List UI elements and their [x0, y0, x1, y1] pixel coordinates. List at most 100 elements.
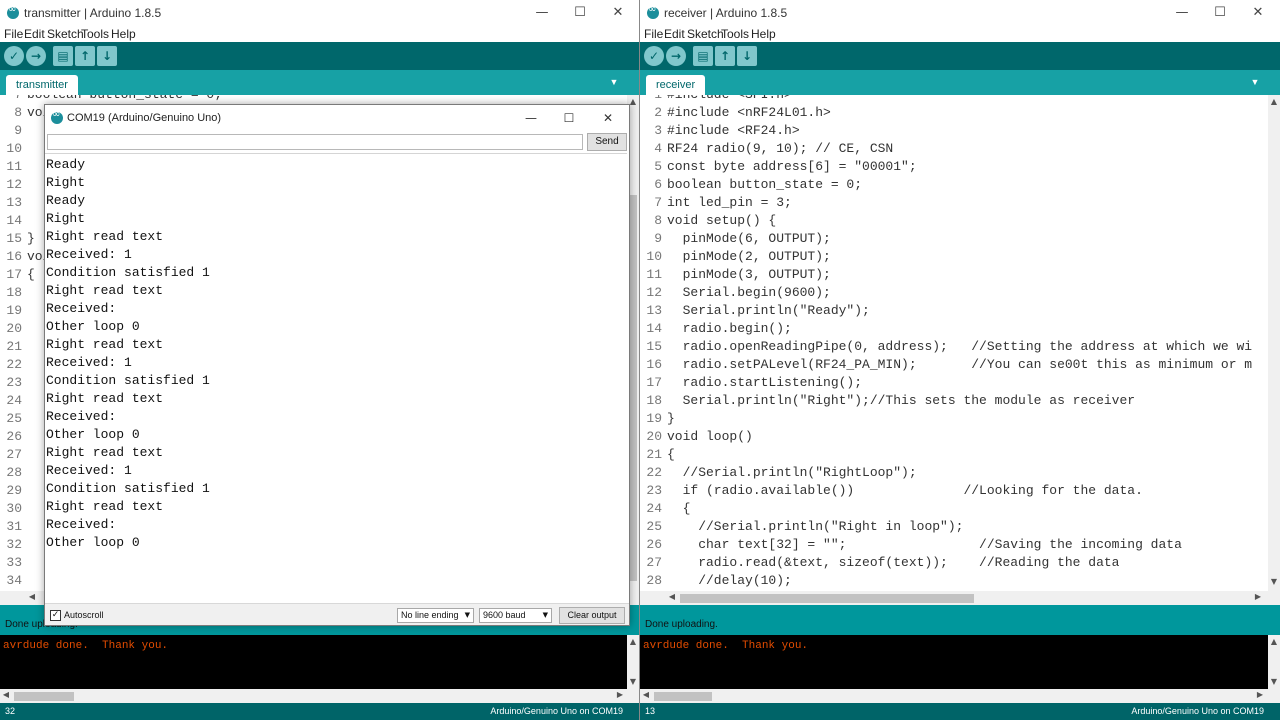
serial-output: Ready Right Ready Right Right read text Recei…	[45, 153, 627, 603]
line-number: 29	[6, 483, 22, 498]
scroll-thumb[interactable]	[680, 594, 974, 603]
scroll-up-icon[interactable]: ▲	[627, 637, 639, 646]
scroll-down-icon[interactable]: ▼	[1268, 677, 1280, 686]
line-number: 24	[6, 393, 22, 408]
console-hscrollbar[interactable]: ◀ ▶	[640, 689, 1280, 703]
console-vscrollbar[interactable]: ▲ ▼	[627, 635, 639, 689]
scroll-left-icon[interactable]: ◀	[640, 690, 652, 699]
code-area[interactable]: #include <SPI.h>#include <nRF24L01.h> #in…	[667, 95, 1268, 591]
scroll-right-icon[interactable]: ▶	[614, 690, 626, 699]
scroll-left-icon[interactable]: ◀	[26, 592, 38, 601]
line-number: 9	[14, 123, 22, 138]
clear-output-button[interactable]: Clear output	[559, 607, 625, 624]
code-line: pinMode(6, OUTPUT);	[667, 231, 831, 246]
upload-icon[interactable]: →	[26, 46, 46, 66]
open-sketch-icon[interactable]: ↑	[75, 46, 95, 66]
code-line: Serial.println("Right");//This sets the …	[667, 393, 1136, 408]
chevron-down-icon: ▼	[464, 611, 470, 619]
code-line: {	[27, 267, 35, 282]
menu-file[interactable]: File	[644, 27, 663, 41]
menu-bar: File Edit Sketch Tools Help	[640, 26, 1280, 42]
scroll-up-icon[interactable]: ▲	[1268, 637, 1280, 646]
line-number: 9	[654, 231, 662, 246]
baud-rate-value: 9600 baud	[483, 610, 526, 620]
scroll-thumb[interactable]	[14, 692, 74, 701]
verify-icon[interactable]: ✓	[4, 46, 24, 66]
menu-sketch[interactable]: Sketch	[687, 27, 724, 41]
serial-send-input[interactable]	[47, 134, 583, 150]
close-icon[interactable]: ✕	[590, 108, 626, 128]
editor-vscrollbar[interactable]: ▲ ▼	[1268, 95, 1280, 591]
line-number: 21	[646, 447, 662, 462]
line-number: 11	[646, 267, 662, 282]
console-vscrollbar[interactable]: ▲ ▼	[1268, 635, 1280, 689]
new-sketch-icon[interactable]: ▤	[53, 46, 73, 66]
maximize-icon[interactable]: ☐	[562, 3, 598, 23]
line-number: 13	[6, 195, 22, 210]
scroll-left-icon[interactable]: ◀	[666, 592, 678, 601]
upload-icon[interactable]: →	[666, 46, 686, 66]
menu-file[interactable]: File	[4, 27, 23, 41]
tab-receiver[interactable]: receiver	[646, 75, 706, 95]
menu-sketch[interactable]: Sketch	[47, 27, 84, 41]
line-number: 19	[6, 303, 22, 318]
line-number: 14	[646, 321, 662, 336]
autoscroll-checkbox[interactable]: ✓	[50, 610, 61, 621]
menu-edit[interactable]: Edit	[664, 27, 685, 41]
console-hscrollbar[interactable]: ◀ ▶	[0, 689, 639, 703]
new-sketch-icon[interactable]: ▤	[693, 46, 713, 66]
close-icon[interactable]: ✕	[600, 3, 636, 23]
line-number: 2	[654, 105, 662, 120]
code-line: boolean button_state = 0;	[27, 95, 222, 104]
scroll-right-icon[interactable]: ▶	[1254, 690, 1266, 699]
serial-line: Received: 1	[46, 463, 132, 478]
minimize-icon[interactable]: —	[513, 108, 549, 128]
tab-menu-icon[interactable]: ▼	[607, 76, 621, 88]
save-sketch-icon[interactable]: ↓	[737, 46, 757, 66]
menu-help[interactable]: Help	[111, 27, 136, 41]
serial-line: Received: 1	[46, 247, 132, 262]
scroll-left-icon[interactable]: ◀	[0, 690, 12, 699]
maximize-icon[interactable]: ☐	[1202, 3, 1238, 23]
minimize-icon[interactable]: —	[524, 3, 560, 23]
code-line: {	[667, 447, 675, 462]
line-ending-select[interactable]: No line ending ▼	[397, 608, 474, 623]
serial-line: Condition satisfied 1	[46, 481, 210, 496]
serial-line: Condition satisfied 1	[46, 373, 210, 388]
editor-hscrollbar[interactable]: ◀ ▶	[640, 591, 1280, 605]
scroll-down-icon[interactable]: ▼	[627, 677, 639, 686]
close-icon[interactable]: ✕	[1240, 3, 1276, 23]
save-sketch-icon[interactable]: ↓	[97, 46, 117, 66]
scroll-thumb[interactable]	[629, 195, 637, 581]
minimize-icon[interactable]: —	[1164, 3, 1200, 23]
scroll-up-icon[interactable]: ▲	[1268, 97, 1280, 106]
scroll-right-icon[interactable]: ▶	[1252, 592, 1264, 601]
serial-line: Received:	[46, 301, 117, 316]
tab-menu-icon[interactable]: ▼	[1248, 76, 1262, 88]
scroll-down-icon[interactable]: ▼	[1268, 577, 1280, 586]
serial-line: Right read text	[46, 445, 164, 460]
maximize-icon[interactable]: ☐	[551, 108, 587, 128]
baud-rate-select[interactable]: 9600 baud ▼	[479, 608, 552, 623]
console-text: avrdude done. Thank you.	[643, 640, 809, 652]
title-bar: receiver | Arduino 1.8.5 — ☐ ✕	[640, 0, 1280, 26]
open-sketch-icon[interactable]: ↑	[715, 46, 735, 66]
line-number: 23	[646, 483, 662, 498]
menu-tools[interactable]: Tools	[721, 27, 749, 41]
menu-tools[interactable]: Tools	[81, 27, 109, 41]
menu-edit[interactable]: Edit	[24, 27, 45, 41]
line-gutter: 78 9 10 11 12 13 14 15 16 17 18 19 20 21 22 23 24 25 26 27 2…	[0, 95, 26, 591]
serial-controls: ✓ Autoscroll No line ending ▼ 9600 baud ▼ …	[45, 603, 629, 625]
line-number: 27	[646, 555, 662, 570]
tab-transmitter[interactable]: transmitter	[6, 75, 78, 95]
serial-line: Ready	[46, 193, 86, 208]
line-number: 5	[654, 159, 662, 174]
scroll-thumb[interactable]	[654, 692, 712, 701]
verify-icon[interactable]: ✓	[644, 46, 664, 66]
code-line: Serial.println("Ready");	[667, 303, 870, 318]
menu-help[interactable]: Help	[751, 27, 776, 41]
line-number: 20	[6, 321, 22, 336]
send-button[interactable]: Send	[587, 133, 627, 151]
code-line: #include <SPI.h>	[667, 95, 792, 104]
code-editor[interactable]: 1234567891011121314151617181920212223242…	[640, 95, 1280, 591]
